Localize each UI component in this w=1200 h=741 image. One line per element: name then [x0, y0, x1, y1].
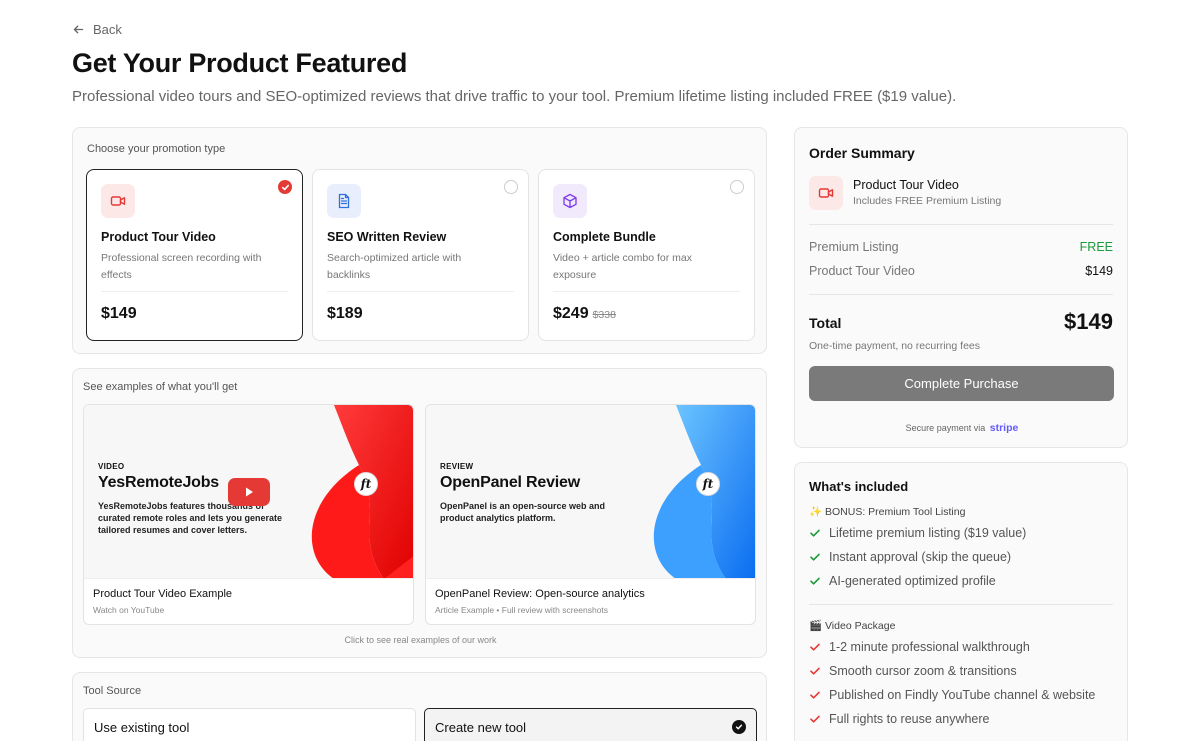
- summary-item-sub: Includes FREE Premium Listing: [853, 195, 1002, 207]
- video-group-label: 🎬 Video Package: [809, 620, 896, 632]
- review-thumbnail[interactable]: REVIEW OpenPanel Review OpenPanel is an …: [426, 405, 755, 579]
- option-price: $149: [101, 305, 137, 322]
- example-subcaption: Article Example • Full review with scree…: [435, 605, 609, 615]
- option-divider: [101, 291, 288, 292]
- check-icon: [810, 691, 820, 699]
- ft-logo-icon: ft: [354, 472, 378, 496]
- video-thumbnail[interactable]: VIDEO YesRemoteJobs YesRemoteJobs featur…: [84, 405, 413, 579]
- whats-included-title: What's included: [809, 479, 909, 494]
- check-icon: [810, 577, 820, 585]
- video-icon: [809, 176, 843, 210]
- examples-label: See examples of what you'll get: [83, 381, 238, 393]
- youtube-play-icon[interactable]: [228, 478, 270, 506]
- example-kicker: REVIEW: [440, 462, 474, 471]
- option-title: Product Tour Video: [101, 230, 216, 244]
- option-old-price: $338: [592, 309, 616, 321]
- complete-purchase-button[interactable]: Complete Purchase: [809, 366, 1114, 401]
- arrow-left-icon: [73, 25, 84, 34]
- example-card-video[interactable]: VIDEO YesRemoteJobs YesRemoteJobs featur…: [83, 404, 414, 625]
- example-caption: OpenPanel Review: Open-source analytics: [435, 588, 645, 600]
- included-item: Instant approval (skip the queue): [809, 550, 1011, 564]
- promotion-type-label: Choose your promotion type: [87, 143, 226, 155]
- back-label: Back: [93, 22, 122, 37]
- divider: [809, 604, 1113, 605]
- tool-source-panel: Tool Source Use existing tool Create new…: [72, 672, 767, 741]
- option-seo-written-review[interactable]: SEO Written Review Search-optimized arti…: [312, 169, 529, 341]
- order-summary-title: Order Summary: [809, 145, 915, 161]
- divider: [809, 294, 1113, 295]
- total-value: $149: [1064, 309, 1113, 334]
- row-value-premium-listing: FREE: [1079, 240, 1113, 254]
- examples-panel: See examples of what you'll get VIDEO Ye…: [72, 368, 767, 658]
- back-link[interactable]: Back: [72, 22, 122, 37]
- row-value-product-tour-video: $149: [1085, 264, 1113, 278]
- check-icon: [810, 715, 820, 723]
- option-description: Video + article combo for max exposure: [553, 252, 692, 281]
- check-icon: [810, 553, 820, 561]
- radio-checked-icon[interactable]: [278, 180, 292, 194]
- use-existing-tool-option[interactable]: Use existing tool: [83, 708, 416, 741]
- examples-hint: Click to see real examples of our work: [344, 635, 497, 645]
- check-icon: [810, 643, 820, 651]
- order-summary-panel: Order Summary Product Tour Video Include…: [794, 127, 1128, 448]
- check-icon: [810, 667, 820, 675]
- check-circle-icon: [732, 720, 746, 734]
- example-card-review[interactable]: REVIEW OpenPanel Review OpenPanel is an …: [425, 404, 756, 625]
- option-label: Use existing tool: [94, 720, 190, 735]
- document-icon: [327, 184, 361, 218]
- secure-payment-note: Secure payment via stripe: [795, 422, 1129, 434]
- example-kicker: VIDEO: [98, 462, 125, 471]
- package-icon: [553, 184, 587, 218]
- example-headline: OpenPanel Review: [440, 474, 580, 491]
- stripe-logo: stripe: [989, 422, 1019, 434]
- whats-included-panel: What's included ✨ BONUS: Premium Tool Li…: [794, 462, 1128, 741]
- option-divider: [327, 291, 514, 292]
- example-caption: Product Tour Video Example: [93, 588, 233, 600]
- video-icon: [101, 184, 135, 218]
- option-title: Complete Bundle: [553, 230, 656, 244]
- divider: [809, 224, 1113, 225]
- payment-note: One-time payment, no recurring fees: [809, 340, 980, 352]
- bonus-group-label: ✨ BONUS: Premium Tool Listing: [809, 506, 966, 518]
- included-item: 1-2 minute professional walkthrough: [809, 640, 1030, 654]
- example-body: OpenPanel is an open-source web and prod…: [440, 501, 606, 523]
- secure-text: Secure payment via: [905, 423, 986, 433]
- ft-logo-icon: ft: [696, 472, 720, 496]
- example-headline: YesRemoteJobs: [98, 474, 220, 491]
- included-item: Smooth cursor zoom & transitions: [809, 664, 1017, 678]
- page-subtitle: Professional video tours and SEO-optimiz…: [72, 88, 957, 105]
- create-new-tool-option[interactable]: Create new tool: [424, 708, 757, 741]
- page-title: Get Your Product Featured: [72, 48, 408, 78]
- tool-source-label: Tool Source: [83, 685, 142, 697]
- included-item: AI-generated optimized profile: [809, 574, 996, 588]
- option-product-tour-video[interactable]: Product Tour Video Professional screen r…: [86, 169, 303, 341]
- example-subcaption: Watch on YouTube: [93, 605, 165, 615]
- option-title: SEO Written Review: [327, 230, 447, 244]
- promotion-type-panel: Choose your promotion type Product Tour …: [72, 127, 767, 354]
- row-label-premium-listing: Premium Listing: [809, 240, 899, 254]
- check-icon: [810, 529, 820, 537]
- option-complete-bundle[interactable]: Complete Bundle Video + article combo fo…: [538, 169, 755, 341]
- radio-unchecked-icon[interactable]: [504, 180, 518, 194]
- option-label: Create new tool: [435, 720, 527, 735]
- summary-item-name: Product Tour Video: [853, 178, 959, 192]
- option-divider: [553, 291, 740, 292]
- included-item: Full rights to reuse anywhere: [809, 712, 990, 726]
- included-item: Lifetime premium listing ($19 value): [809, 526, 1026, 540]
- option-description: Professional screen recording with effec…: [101, 252, 262, 281]
- included-item: Published on Findly YouTube channel & we…: [809, 688, 1095, 702]
- option-price: $189: [327, 305, 363, 322]
- option-price: $249 $338: [553, 305, 616, 322]
- row-label-product-tour-video: Product Tour Video: [809, 264, 915, 278]
- option-description: Search-optimized article with backlinks: [327, 252, 462, 281]
- radio-unchecked-icon[interactable]: [730, 180, 744, 194]
- total-label: Total: [809, 315, 842, 331]
